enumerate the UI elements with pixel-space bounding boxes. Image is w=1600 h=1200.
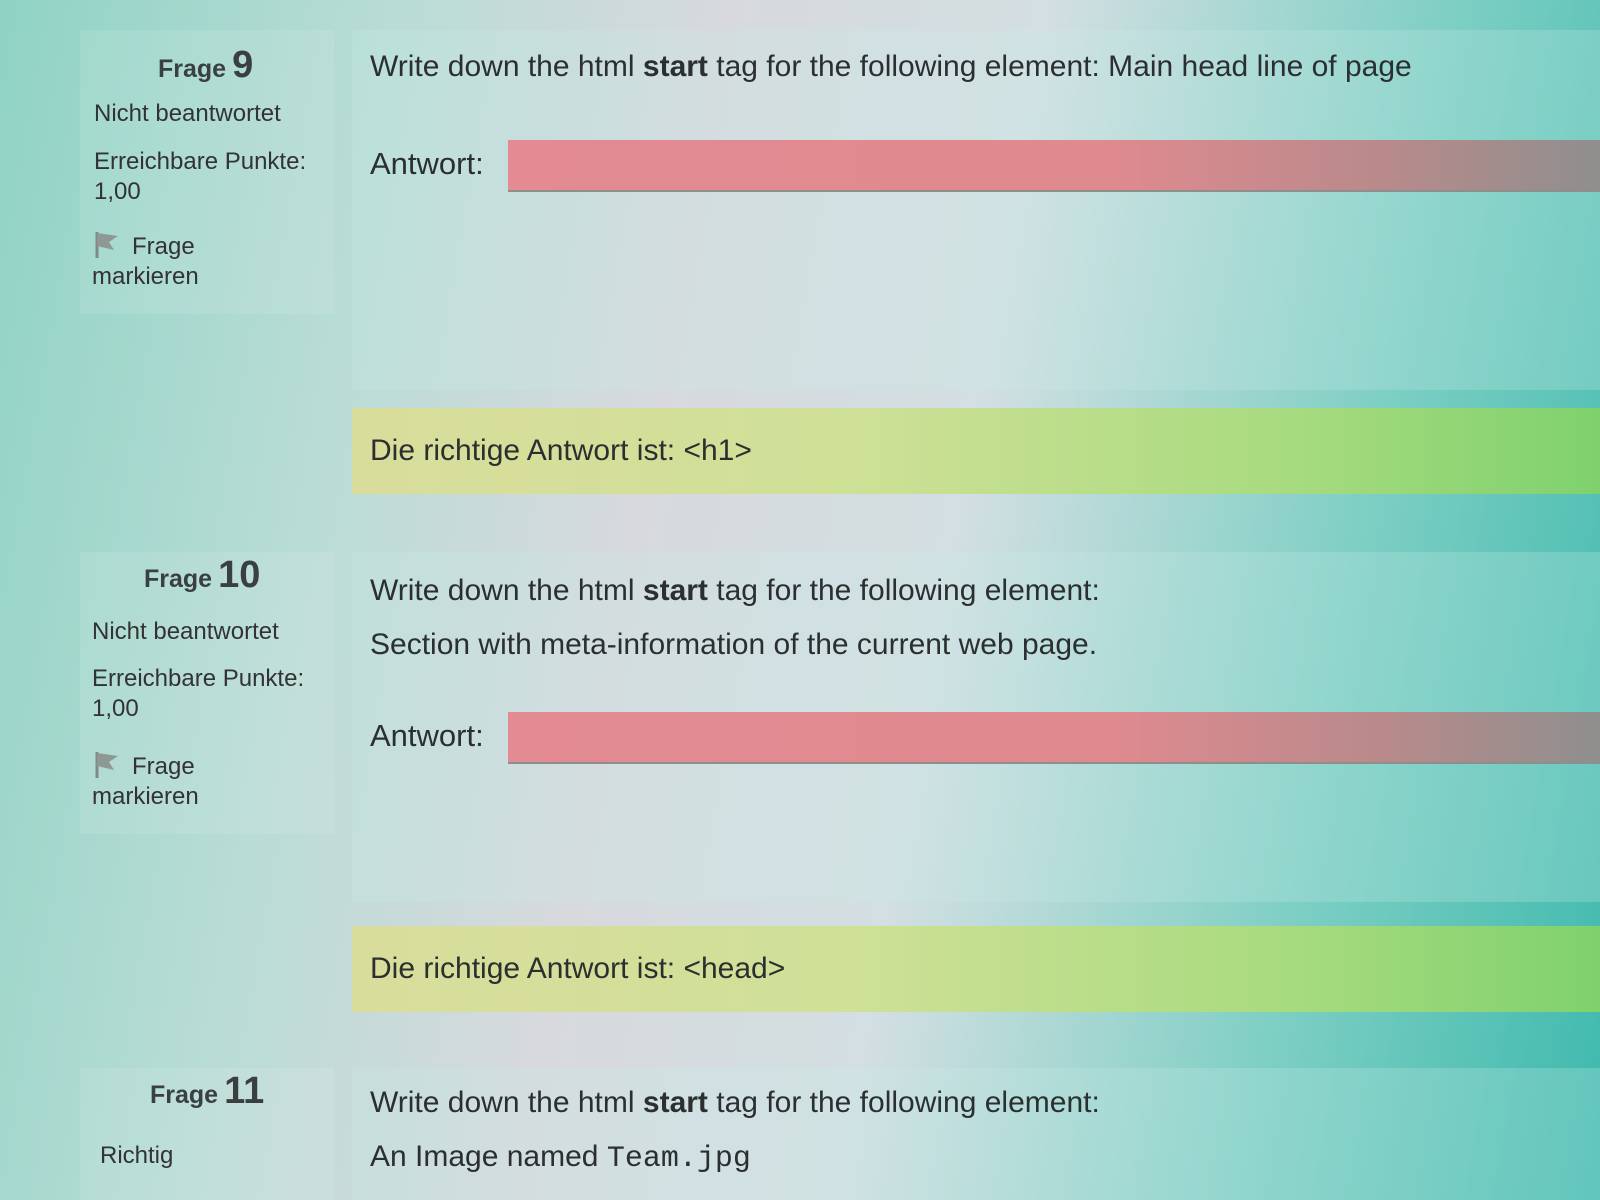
question-info-10: Frage 10 Nicht beantwortet Erreichbare Pu…: [80, 552, 334, 834]
question-content-10: Write down the html start tag for the fo…: [352, 552, 1600, 902]
correct-answer-feedback: Die richtige Antwort ist: <head>: [352, 926, 1600, 1012]
flag-question-link[interactable]: Frage markieren: [92, 230, 199, 292]
question-text: Write down the html start tag for the fo…: [370, 1086, 1100, 1119]
question-info-11: Frage 11 Richtig: [80, 1068, 334, 1200]
flag-question-link[interactable]: Frage markieren: [92, 750, 199, 812]
answer-row: Antwort:: [370, 712, 1600, 766]
question-points: Erreichbare Punkte: 1,00: [92, 665, 305, 722]
question-state: Nicht beantwortet: [94, 100, 281, 127]
question-number: Frage 10: [144, 554, 261, 596]
question-11: Frage 11 Richtig Write down the html star…: [0, 1068, 1600, 1200]
question-text: Write down the html start tag for the fo…: [370, 574, 1100, 607]
question-text-line2: Section with meta-information of the cur…: [370, 628, 1098, 661]
answer-input[interactable]: [508, 140, 1600, 192]
flag-icon: [92, 750, 122, 780]
question-9: Frage 9 Nicht beantwortet Erreichbare Pun…: [0, 30, 1600, 500]
answer-label: Antwort:: [370, 718, 484, 753]
question-text-line2: An Image named Team.jpg: [370, 1140, 751, 1176]
correct-answer-feedback: Die richtige Antwort ist: <h1>: [352, 408, 1600, 494]
question-number: Frage 11: [150, 1070, 265, 1112]
code-filename: Team.jpg: [606, 1142, 751, 1176]
question-content-11: Write down the html start tag for the fo…: [352, 1068, 1600, 1200]
answer-input[interactable]: [508, 712, 1600, 764]
question-state: Richtig: [100, 1142, 174, 1169]
question-points: Erreichbare Punkte: 1,00: [94, 148, 307, 205]
question-info-9: Frage 9 Nicht beantwortet Erreichbare Pun…: [80, 30, 334, 314]
question-10: Frage 10 Nicht beantwortet Erreichbare Pu…: [0, 552, 1600, 1022]
question-content-9: Write down the html start tag for the fo…: [352, 30, 1600, 390]
question-text: Write down the html start tag for the fo…: [370, 50, 1412, 83]
answer-label: Antwort:: [370, 146, 484, 181]
answer-row: Antwort:: [370, 140, 1600, 194]
flag-icon: [92, 230, 122, 260]
question-state: Nicht beantwortet: [92, 618, 279, 645]
question-number: Frage 9: [158, 44, 254, 86]
